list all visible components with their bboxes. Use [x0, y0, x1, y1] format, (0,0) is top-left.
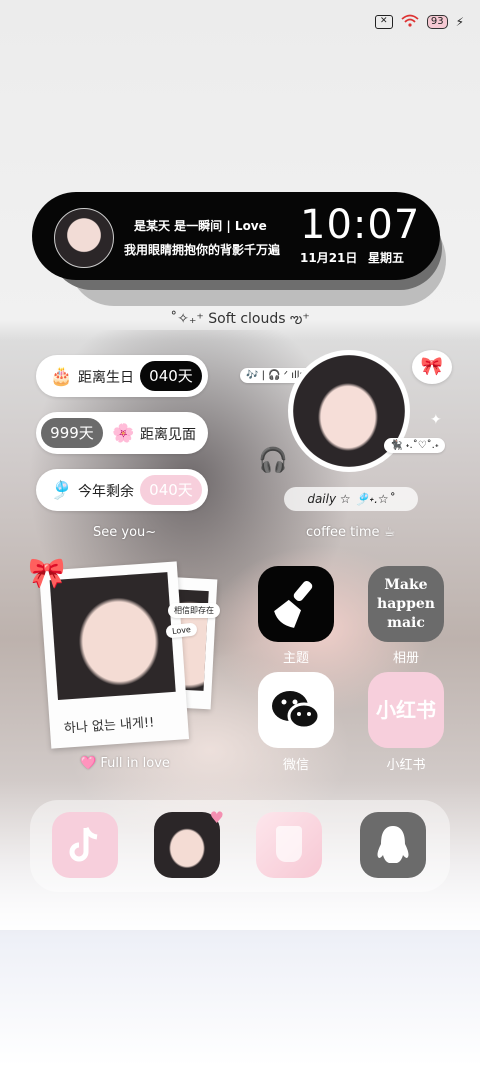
- countdown-value: 040天: [140, 361, 202, 391]
- no-sim-icon: ✕: [374, 15, 393, 29]
- tagline: ˚✧₊⁺ Soft clouds ఌ⁺: [170, 311, 310, 327]
- paintbrush-icon: [274, 580, 313, 628]
- wechat-app-label: 微信: [282, 758, 309, 773]
- wechat-icon: [272, 691, 321, 730]
- cake-icon: 🎂: [50, 366, 73, 387]
- penguin-icon: [377, 826, 409, 863]
- wind-chime-icon: 🎐: [50, 480, 73, 501]
- gallery-app-icon-text: Make happen maic: [377, 577, 435, 631]
- polaroid-note: 相信即存在: [168, 603, 220, 618]
- charging-icon: ⚡: [455, 15, 464, 29]
- bow-icon: 🎀: [412, 350, 452, 384]
- gallery-app-label: 相册: [392, 651, 419, 666]
- tiktok-app-button[interactable]: [52, 812, 118, 878]
- ribbon-icon: 🎀: [28, 556, 66, 591]
- wechat-app-button[interactable]: [258, 672, 334, 748]
- qq-app-button[interactable]: [360, 812, 426, 878]
- clock-quote-line2: 我用眼睛拥抱你的背影千万遍: [124, 243, 281, 257]
- theme-app-button[interactable]: [258, 566, 334, 642]
- theme-app-label: 主题: [282, 651, 309, 666]
- countdown-label: 距离生日: [78, 370, 134, 386]
- cat-tag: 🐈‍⬛ ˖.˚♡˚.˖: [384, 438, 445, 453]
- photo-app-button[interactable]: ♥: [154, 808, 224, 878]
- countdown-value: 040天: [140, 475, 202, 505]
- clock-date: 11月21日: [300, 251, 358, 265]
- polaroid-caption: 🩷 Full in love: [80, 756, 170, 771]
- clock-time: 10:07: [300, 202, 421, 248]
- coffee-time-caption: coffee time ☕: [306, 525, 396, 540]
- polaroid-photo: [49, 572, 176, 701]
- gallery-app-button[interactable]: Make happen maic: [368, 566, 444, 642]
- polaroid-handwriting: 하나 없는 내게!!: [63, 715, 155, 737]
- tiktok-icon: [69, 827, 98, 862]
- see-you-caption: See you~: [93, 525, 157, 540]
- countdown-label: 距离见面: [140, 427, 196, 443]
- dock: ♥: [30, 800, 450, 892]
- headphones-icon: 🎧: [258, 446, 288, 474]
- countdown-meet[interactable]: 999天 🌸 距离见面: [36, 412, 208, 454]
- clock-weekday: 星期五: [368, 251, 405, 265]
- daily-tag: daily ☆ 🎐˖.☆˚: [284, 487, 418, 511]
- photo-widget[interactable]: [288, 350, 410, 472]
- wifi-icon: [401, 14, 419, 30]
- xiaohongshu-app-label: 小红书: [386, 758, 426, 773]
- countdown-value: 999天: [41, 418, 103, 448]
- avatar: [54, 208, 114, 268]
- xiaohongshu-app-icon-text: 小红书: [376, 698, 436, 722]
- clock-widget[interactable]: 是某天 是一瞬间 | Love 我用眼睛拥抱你的背影千万遍 10:07 11月2…: [32, 192, 440, 280]
- clock-quote-line1: 是某天 是一瞬间 | Love: [134, 219, 267, 233]
- drink-icon: [276, 826, 302, 862]
- heart-icon: ♥: [209, 808, 224, 827]
- drink-app-button[interactable]: [256, 812, 322, 878]
- countdown-year[interactable]: 🎐 今年剩余 040天: [36, 469, 208, 511]
- sparkle-icon: ✦: [430, 412, 442, 428]
- countdown-birthday[interactable]: 🎂 距离生日 040天: [36, 355, 208, 397]
- battery-indicator: 93: [426, 15, 448, 29]
- flower-icon: 🌸: [112, 423, 135, 444]
- countdown-label: 今年剩余: [78, 484, 134, 500]
- xiaohongshu-app-button[interactable]: 小红书: [368, 672, 444, 748]
- status-bar: ✕ 93 ⚡: [374, 14, 464, 30]
